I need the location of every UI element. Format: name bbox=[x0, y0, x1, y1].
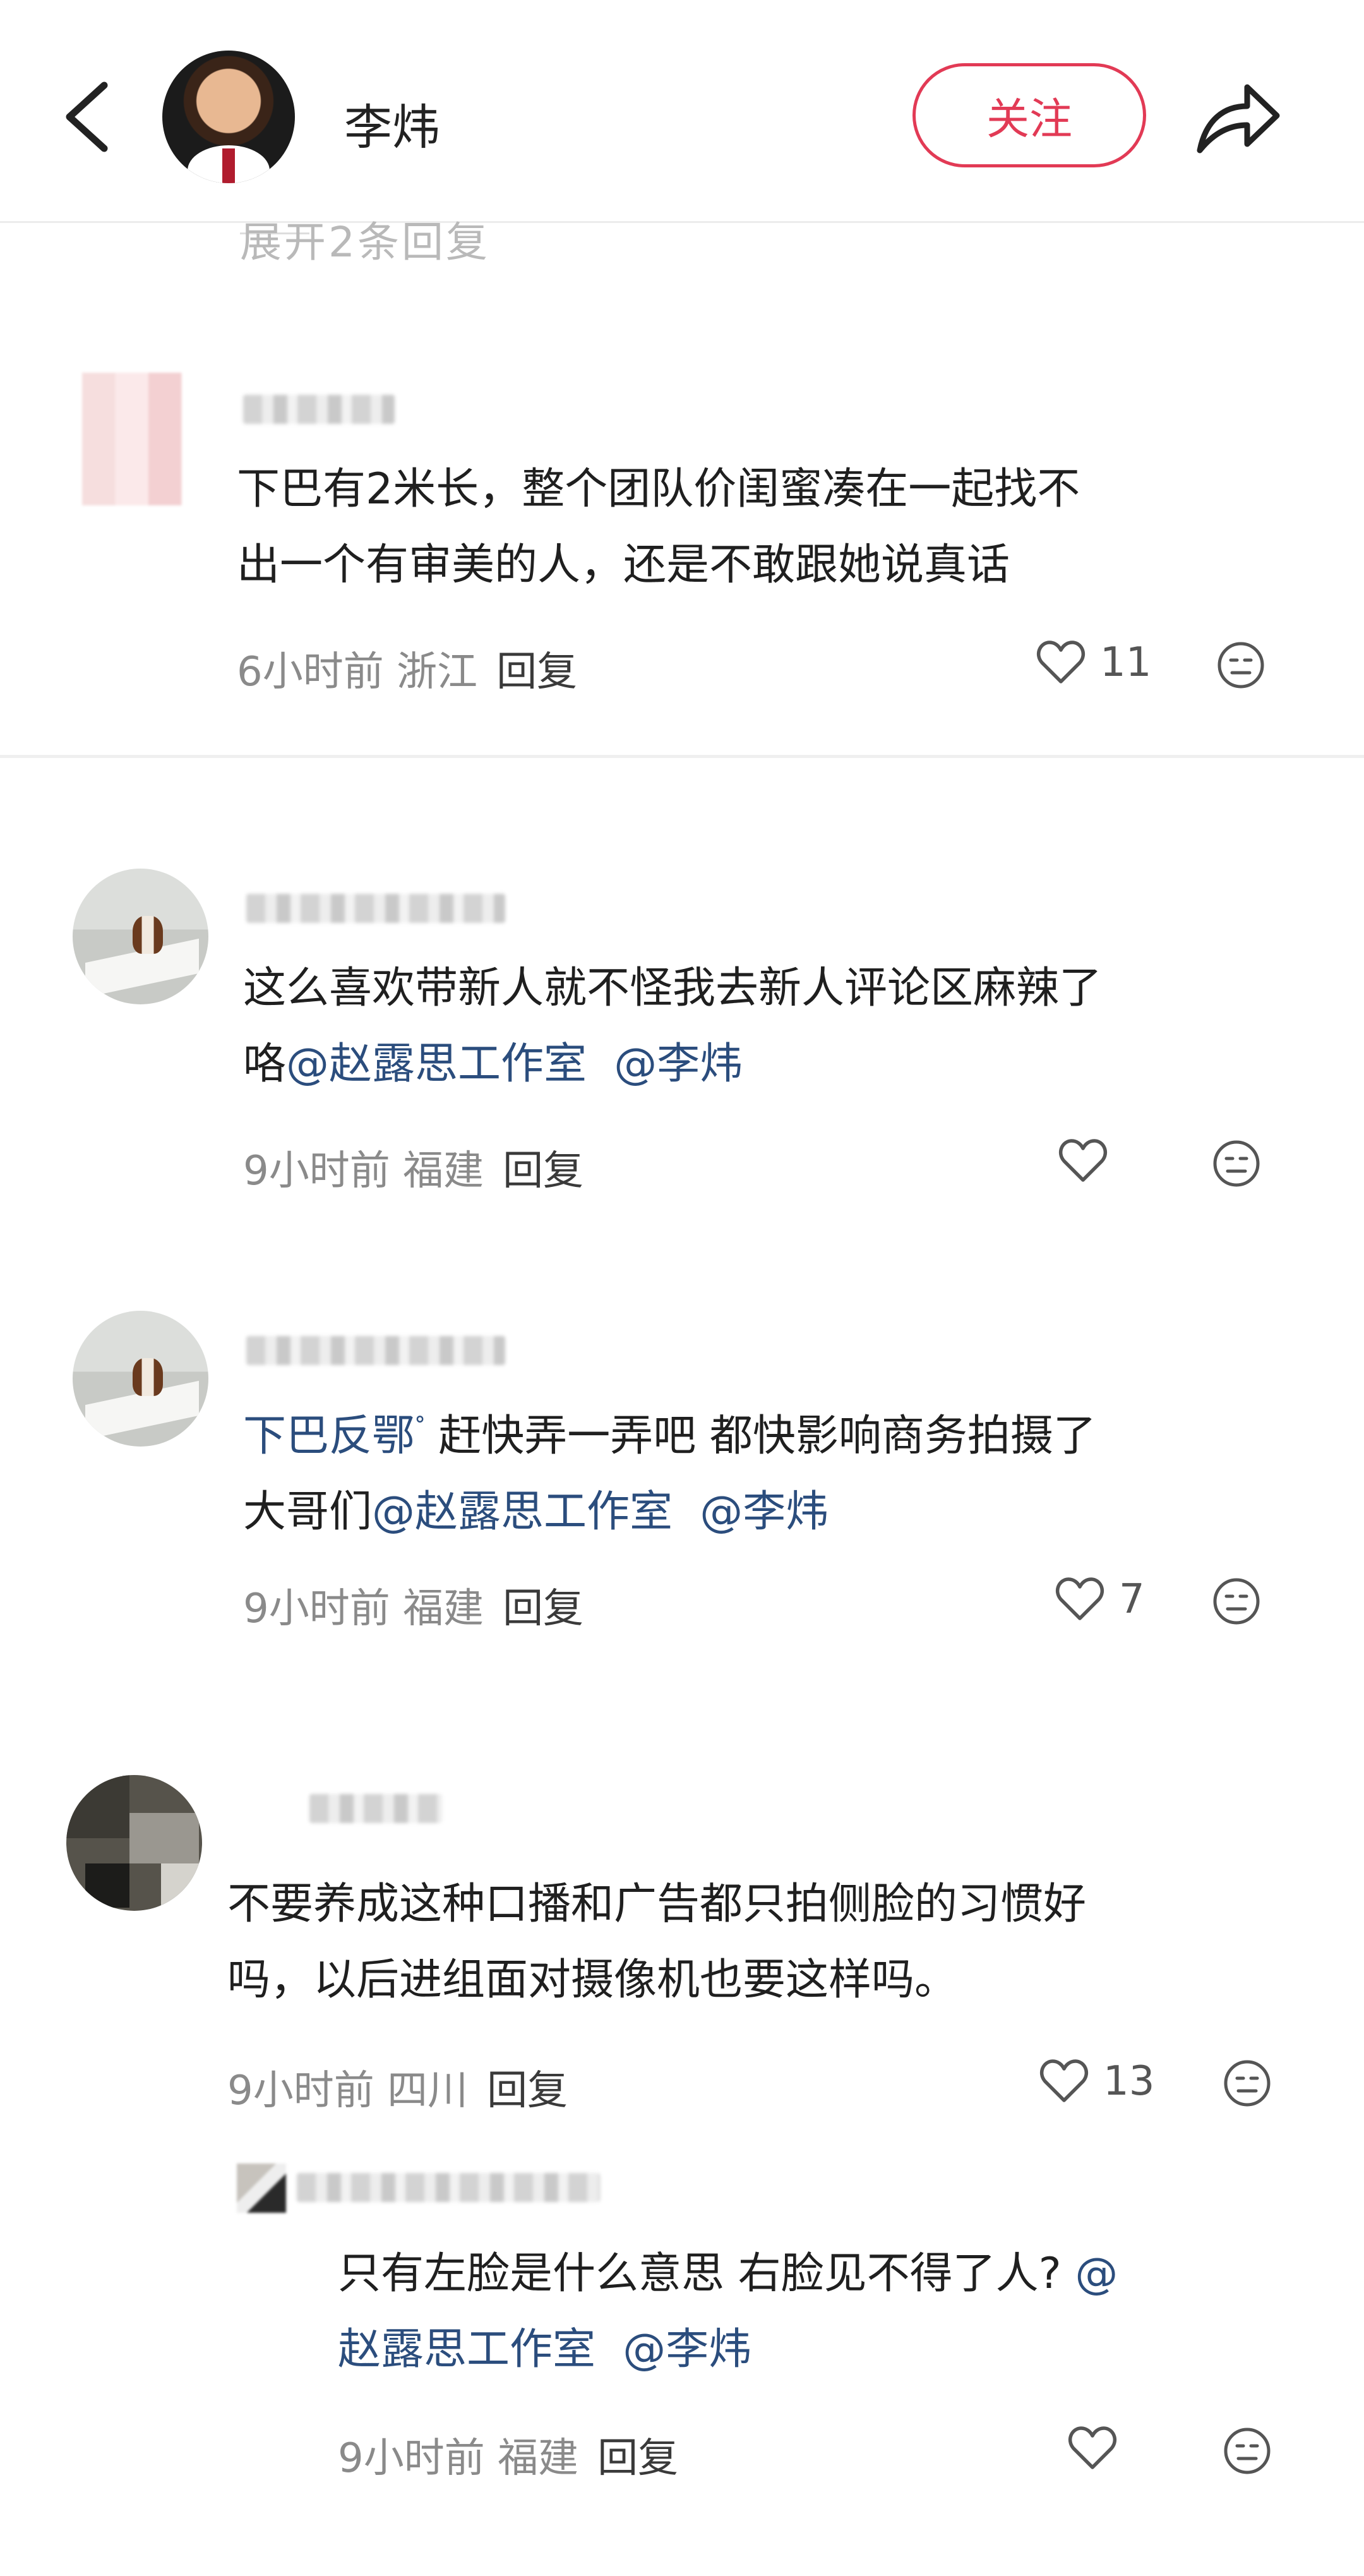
username[interactable] bbox=[297, 2173, 600, 2202]
username[interactable] bbox=[243, 395, 395, 424]
reply-button[interactable]: 回复 bbox=[503, 1586, 583, 1632]
heart-icon bbox=[1040, 2059, 1088, 2102]
avatar[interactable] bbox=[82, 373, 215, 505]
mention-link[interactable]: 赵露思工作室 bbox=[338, 2325, 595, 2374]
like-button[interactable]: 7 bbox=[1055, 1576, 1145, 1623]
author-name[interactable]: 李炜 bbox=[344, 88, 440, 158]
comment-text: 下巴有2米长，整个团队价闺蜜凑在一起找不 出一个有审美的人，还是不敢跟她说真话 bbox=[237, 464, 1080, 590]
meh-face-icon[interactable] bbox=[1211, 1138, 1262, 1189]
topic-tag[interactable]: 下巴反鄂 bbox=[243, 1411, 415, 1461]
username[interactable] bbox=[246, 894, 505, 923]
avatar[interactable] bbox=[66, 1775, 202, 1911]
meh-face-icon[interactable] bbox=[1222, 2058, 1272, 2109]
mention-link[interactable]: @李炜 bbox=[700, 1487, 829, 1537]
comment-meta: 9小时前 福建 回复 bbox=[243, 1586, 584, 1632]
comment-text: 这么喜欢带新人就不怪我去新人评论区麻辣了 咯@赵露思工作室 @李炜 bbox=[243, 963, 1103, 1089]
heart-icon bbox=[1059, 1139, 1107, 1182]
heart-icon bbox=[1056, 1577, 1104, 1620]
comment-meta: 9小时前 福建 回复 bbox=[338, 2435, 679, 2482]
meh-face-icon[interactable] bbox=[1216, 640, 1266, 690]
follow-button[interactable]: 关注 bbox=[912, 63, 1146, 167]
mention-link[interactable]: @李炜 bbox=[623, 2325, 751, 2374]
avatar[interactable] bbox=[73, 869, 208, 1004]
heart-icon bbox=[1037, 641, 1085, 683]
comment-divider bbox=[0, 755, 1364, 758]
meh-face-icon[interactable] bbox=[1222, 2426, 1272, 2476]
top-bar: 李炜 关注 bbox=[0, 0, 1364, 221]
username[interactable] bbox=[309, 1794, 442, 1823]
reply-button[interactable]: 回复 bbox=[496, 649, 577, 695]
comment-meta: 9小时前 四川 回复 bbox=[227, 2067, 568, 2114]
like-button[interactable] bbox=[1058, 1138, 1122, 1184]
comment-text: 不要养成这种口播和广告都只拍侧脸的习惯好 吗，以后进组面对摄像机也要这样吗。 bbox=[227, 1879, 1087, 2005]
like-button[interactable] bbox=[1067, 2426, 1132, 2471]
reply-button[interactable]: 回复 bbox=[597, 2435, 678, 2482]
back-chevron-icon[interactable] bbox=[54, 76, 123, 158]
like-button[interactable]: 11 bbox=[1036, 639, 1151, 686]
share-arrow-icon[interactable] bbox=[1194, 75, 1282, 157]
reply-avatar[interactable] bbox=[237, 2164, 286, 2213]
comment-meta: 6小时前 浙江 回复 bbox=[237, 649, 578, 695]
reply-button[interactable]: 回复 bbox=[487, 2067, 568, 2114]
avatar[interactable] bbox=[73, 1311, 208, 1447]
meh-face-icon[interactable] bbox=[1211, 1576, 1262, 1627]
reply-button[interactable]: 回复 bbox=[503, 1148, 583, 1195]
comment-text: 下巴反鄂ᐤ 赶快弄一弄吧 都快影响商务拍摄了 大哥们@赵露思工作室 @李炜 bbox=[243, 1410, 1096, 1537]
comment-meta: 9小时前 福建 回复 bbox=[243, 1148, 584, 1195]
like-button[interactable]: 13 bbox=[1039, 2058, 1154, 2105]
heart-icon bbox=[1068, 2426, 1116, 2469]
reply-text: 只有左脸是什么意思 右脸见不得了人? @ 赵露思工作室 @李炜 bbox=[338, 2249, 1118, 2374]
topic-mark-icon: ᐤ bbox=[415, 1410, 425, 1439]
username[interactable] bbox=[246, 1336, 505, 1365]
mention-link[interactable]: @赵露思工作室 bbox=[372, 1487, 673, 1537]
mention-link[interactable]: @李炜 bbox=[614, 1039, 743, 1089]
author-avatar[interactable] bbox=[162, 51, 295, 183]
header-divider bbox=[0, 221, 1364, 223]
mention-link[interactable]: @赵露思工作室 bbox=[286, 1039, 587, 1089]
